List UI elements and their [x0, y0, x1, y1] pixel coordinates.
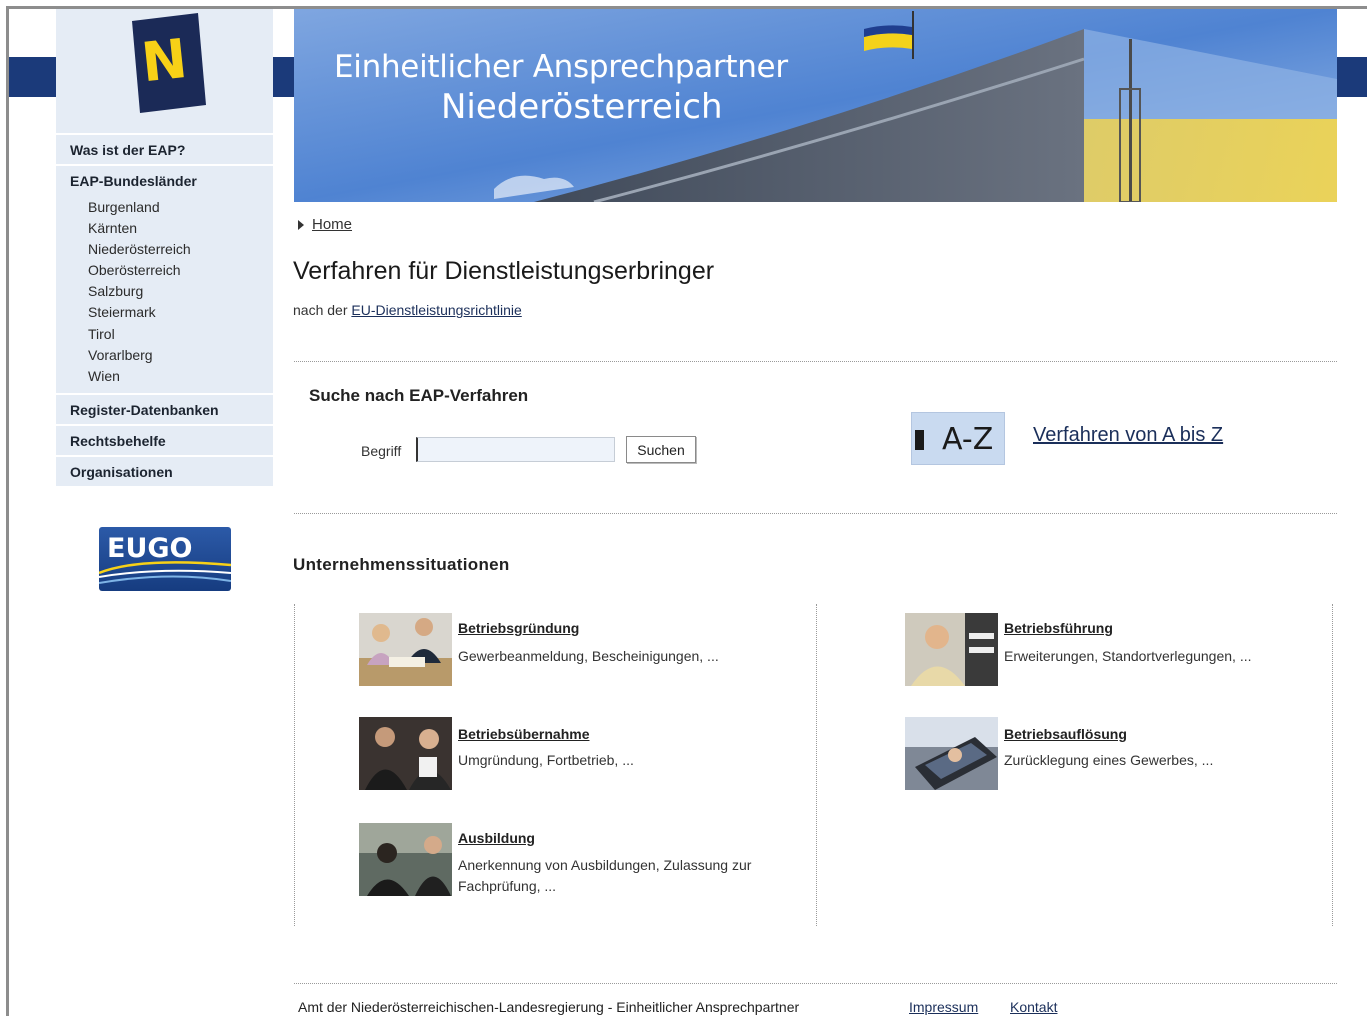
- breadcrumb-arrow-icon: [298, 220, 304, 231]
- eugo-logo-icon[interactable]: EUGO: [99, 527, 231, 591]
- founding-photo-icon[interactable]: [359, 613, 452, 686]
- header-band-left: [9, 57, 56, 97]
- situation-link-betriebsfuehrung[interactable]: Betriebsführung: [1004, 620, 1113, 636]
- training-photo-icon[interactable]: [359, 823, 452, 896]
- banner-title-line1: Einheitlicher Ansprechpartner: [334, 49, 788, 85]
- situation-desc: Umgründung, Fortbetrieb, ...: [458, 752, 634, 768]
- state-link-burgenland[interactable]: Burgenland: [88, 197, 273, 218]
- breadcrumb: Home: [298, 216, 352, 233]
- state-link-steiermark[interactable]: Steiermark: [88, 302, 273, 323]
- eu-directive-link[interactable]: EU-Dienstleistungsrichtlinie: [351, 302, 521, 318]
- breadcrumb-home-link[interactable]: Home: [312, 216, 352, 233]
- takeover-photo-icon[interactable]: [359, 717, 452, 790]
- state-link-vorarlberg[interactable]: Vorarlberg: [88, 345, 273, 366]
- footer-text: Amt der Niederösterreichischen-Landesreg…: [298, 999, 800, 1015]
- situation-desc: Erweiterungen, Standortverlegungen, ...: [1004, 648, 1252, 664]
- situation-link-betriebsaufloesung[interactable]: Betriebsauflösung: [1004, 726, 1127, 742]
- divider: [294, 513, 1337, 514]
- sidebar: N Was ist der EAP? EAP-Bundesländer Burg…: [56, 9, 273, 486]
- nav-organisationen[interactable]: Organisationen: [56, 454, 273, 486]
- nav-rechtsbehelfe[interactable]: Rechtsbehelfe: [56, 423, 273, 455]
- situation-link-ausbildung[interactable]: Ausbildung: [458, 830, 535, 846]
- situation-link-betriebsuebernahme[interactable]: Betriebsübernahme: [458, 726, 589, 742]
- logo-area: N: [56, 9, 273, 133]
- header-banner: Einheitlicher Ansprechpartner Niederöste…: [294, 9, 1337, 202]
- eugo-text: EUGO: [107, 533, 192, 564]
- situation-desc: Anerkennung von Ausbildungen, Zulassung …: [458, 857, 752, 894]
- page-title: Verfahren für Dienstleistungserbringer: [293, 257, 715, 285]
- noe-logo-icon[interactable]: N: [126, 13, 206, 113]
- window-frame-left: [6, 6, 9, 1016]
- az-bar-icon: [915, 430, 924, 450]
- state-link-oberoesterreich[interactable]: Oberösterreich: [88, 260, 273, 281]
- nav-register-datenbanken[interactable]: Register-Datenbanken: [56, 392, 273, 424]
- column-divider: [816, 604, 817, 926]
- page-subtitle: nach der EU-Dienstleistungsrichtlinie: [293, 302, 522, 318]
- state-link-niederoesterreich[interactable]: Niederösterreich: [88, 239, 273, 260]
- management-photo-icon[interactable]: [905, 613, 998, 686]
- column-divider: [1332, 604, 1333, 926]
- nav-was-ist-eap[interactable]: Was ist der EAP?: [56, 133, 273, 164]
- logo-letter: N: [139, 27, 191, 94]
- search-input[interactable]: [416, 437, 615, 462]
- az-icon-text: A-Z: [942, 422, 994, 457]
- header-band-right: [1337, 57, 1367, 97]
- banner-title-line2: Niederösterreich: [441, 87, 723, 127]
- situation-link-betriebsgruendung[interactable]: Betriebsgründung: [458, 620, 579, 636]
- dissolution-photo-icon[interactable]: [905, 717, 998, 790]
- column-divider: [294, 604, 295, 926]
- search-button[interactable]: Suchen: [626, 436, 696, 463]
- subtitle-prefix: nach der: [293, 302, 348, 318]
- situation-desc: Gewerbeanmeldung, Bescheinigungen, ...: [458, 648, 719, 664]
- situation-desc: Zurücklegung eines Gewerbes, ...: [1004, 752, 1214, 768]
- az-icon[interactable]: A-Z: [911, 412, 1005, 465]
- state-link-salzburg[interactable]: Salzburg: [88, 281, 273, 302]
- state-link-kaernten[interactable]: Kärnten: [88, 218, 273, 239]
- state-link-tirol[interactable]: Tirol: [88, 324, 273, 345]
- search-label: Begriff: [361, 443, 402, 459]
- footer-divider: [294, 983, 1337, 984]
- nav-eap-bundeslaender[interactable]: EAP-Bundesländer: [56, 164, 273, 195]
- divider: [294, 361, 1337, 362]
- az-link[interactable]: Verfahren von A bis Z: [1033, 424, 1223, 447]
- situations-title: Unternehmenssituationen: [293, 555, 510, 574]
- kontakt-link[interactable]: Kontakt: [1010, 999, 1057, 1015]
- impressum-link[interactable]: Impressum: [909, 999, 978, 1015]
- state-link-wien[interactable]: Wien: [88, 366, 273, 387]
- states-list: Burgenland Kärnten Niederösterreich Ober…: [56, 195, 273, 393]
- search-section-title: Suche nach EAP-Verfahren: [309, 386, 529, 405]
- header-band-mid: [273, 57, 294, 97]
